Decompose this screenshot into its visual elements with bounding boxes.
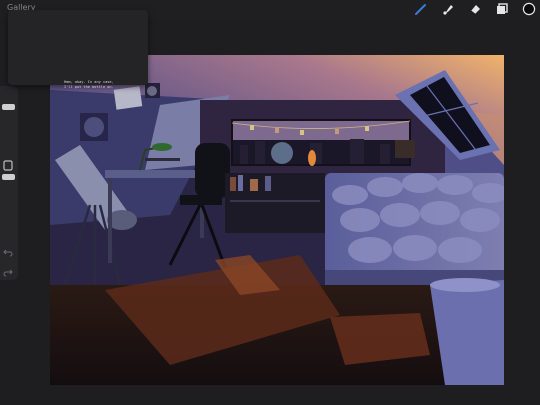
brush-icon[interactable] [414, 2, 428, 16]
popover-caption: Hmm, okay. In any case, I'll put the bot… [64, 80, 134, 90]
layers-icon[interactable] [495, 2, 509, 16]
reference-popover[interactable]: Hmm, okay. In any case, I'll put the bot… [8, 10, 148, 89]
artwork-attic-bedroom [50, 55, 504, 385]
smudge-icon[interactable] [441, 2, 455, 16]
opacity-slider[interactable] [2, 174, 15, 180]
undo-icon[interactable] [3, 242, 13, 257]
redo-icon[interactable] [3, 262, 13, 277]
modify-button[interactable] [3, 156, 13, 171]
drawing-canvas[interactable] [50, 55, 504, 385]
brush-size-slider[interactable] [2, 104, 15, 110]
popover-line-2: I'll put the bottle on. [64, 85, 114, 89]
eraser-icon[interactable] [468, 2, 482, 16]
sidebar-rail [0, 86, 18, 280]
color-swatch-icon[interactable] [522, 2, 536, 16]
